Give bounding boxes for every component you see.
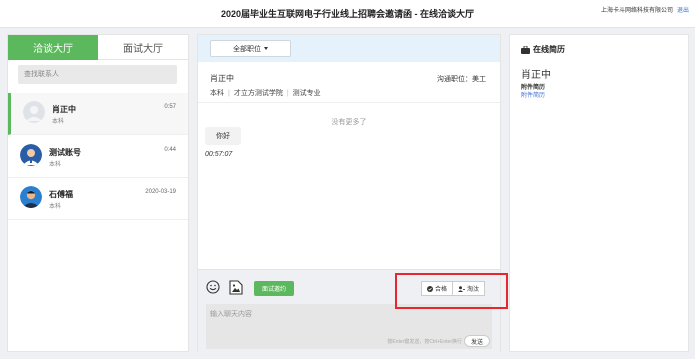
contact-time: 0:44 [164,147,176,153]
interview-invite-button[interactable]: 面试邀约 [254,281,294,296]
contact-degree: 本科 [52,119,65,125]
send-hint: 按Enter键发送，按Ctrl+Enter换行 [387,339,462,345]
resume-candidate-name: 肖正中 [521,70,551,81]
contact-degree: 本科 [49,162,62,168]
resume-panel: 在线简历 肖正中 附件简历 附件简历 [509,34,689,352]
contact-item[interactable]: 测试账号 本科 0:44 [8,136,188,178]
message-bubble: 你好 [205,127,241,145]
company-name: 上海卡斗网络科技有限公司 [600,8,673,14]
caret-down-icon [264,47,268,50]
candidate-school: 才立方测试学院 [233,90,283,97]
briefcase-icon [521,45,530,54]
divider [198,102,500,103]
attachment-resume-link[interactable]: 附件简历 [521,90,545,99]
no-more-messages: 没有更多了 [331,119,367,126]
contact-time: 0:57 [164,104,176,110]
hall-tabs: 洽谈大厅 面试大厅 [8,35,188,60]
avatar [20,186,42,208]
emoji-icon[interactable] [206,280,220,294]
contact-name: 石傅福 [49,190,73,199]
candidate-major: 测试专业 [292,90,321,97]
resume-heading-label: 在线简历 [533,45,565,54]
candidate-name: 肖正中 [210,74,234,83]
contact-name: 肖正中 [52,105,76,114]
contact-item[interactable]: 石傅福 本科 2020-03-19 [8,178,188,220]
position-filter-label: 全部职位 [233,45,261,53]
candidate-info: 本科 | 才立方测试学院 | 测试专业 [210,90,321,97]
page-title: 2020届毕业生互联网电子行业线上招聘会邀请函 - 在线洽谈大厅 [220,9,475,19]
contacts-panel: 洽谈大厅 面试大厅 肖正中 本科 0:57 测试账号 本科 0:44 [7,34,189,352]
candidate-position: 沟通职位：美工 [437,76,486,83]
chat-header: 全部职位 [198,35,500,62]
contact-degree: 本科 [49,204,62,210]
avatar [20,144,42,166]
message-time: 00:57:07 [205,151,233,158]
image-upload-icon[interactable] [229,280,243,295]
tab-negotiation-hall[interactable]: 洽谈大厅 [8,35,98,60]
logout-link[interactable]: 退出 [677,5,689,14]
candidate-degree: 本科 [210,90,224,97]
top-bar: 2020届毕业生互联网电子行业线上招聘会邀请函 - 在线洽谈大厅 上海卡斗网络科… [0,0,695,28]
avatar [23,101,45,123]
position-filter-dropdown[interactable]: 全部职位 [210,40,291,57]
resume-heading: 在线简历 [521,44,565,55]
highlight-box [395,273,508,309]
tab-interview-hall[interactable]: 面试大厅 [98,35,188,60]
contact-item[interactable]: 肖正中 本科 0:57 [8,93,188,135]
contact-time: 2020-03-19 [145,189,176,195]
contact-name: 测试账号 [49,148,81,157]
contact-search-input[interactable] [18,65,177,84]
send-button[interactable]: 发送 [464,335,490,347]
